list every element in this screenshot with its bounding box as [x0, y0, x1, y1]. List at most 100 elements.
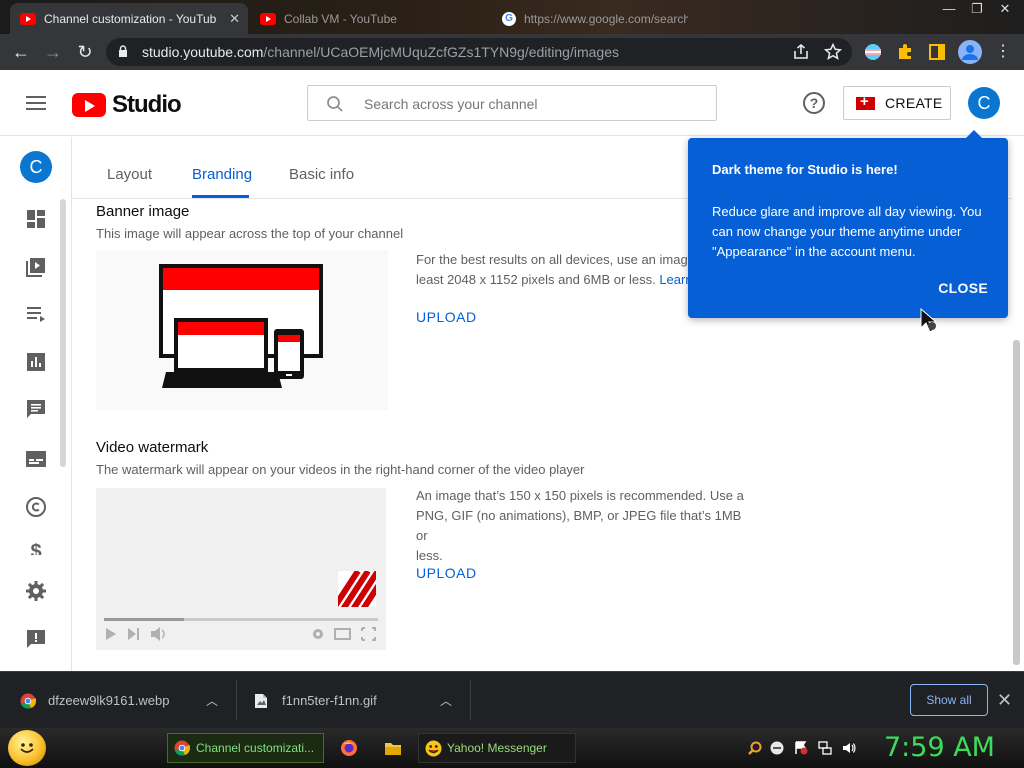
active-tab-indicator	[192, 195, 249, 198]
banner-info-text: least 2048 x 1152 pixels and 6MB or less…	[416, 272, 656, 287]
settings-gear-icon[interactable]	[24, 579, 48, 603]
chrome-file-icon	[20, 693, 36, 709]
logo-text: Studio	[112, 91, 182, 118]
analytics-icon[interactable]	[24, 350, 48, 374]
close-tab-icon[interactable]: ✕	[229, 11, 240, 27]
channel-avatar[interactable]: C	[20, 151, 52, 183]
download-item[interactable]: dfzeew9lk9161.webp	[20, 672, 169, 729]
download-filename: f1nn5ter-f1nn.gif	[282, 693, 377, 708]
youtube-studio-logo[interactable]: Studio	[72, 91, 182, 119]
search-input[interactable]: Search across your channel	[307, 85, 717, 121]
bookmark-star-icon[interactable]	[824, 43, 842, 61]
create-label: CREATE	[885, 95, 943, 111]
video-watermark-title: Video watermark	[96, 439, 209, 456]
tab-layout[interactable]: Layout	[107, 166, 152, 183]
back-arrow-icon[interactable]: ←	[10, 41, 32, 63]
close-icon[interactable]: ✕	[997, 690, 1012, 711]
lock-icon	[119, 45, 127, 57]
show-all-downloads-button[interactable]: Show all	[910, 684, 988, 716]
watermark-preview	[96, 488, 386, 650]
yahoo-messenger-icon	[425, 740, 442, 756]
banner-recommendation: For the best results on all devices, use…	[416, 250, 696, 290]
copyright-icon[interactable]	[24, 495, 48, 519]
tray-flag-alert-icon[interactable]	[794, 741, 808, 755]
popup-close-button[interactable]: CLOSE	[938, 280, 988, 296]
left-rail-scrollbar[interactable]	[60, 199, 66, 467]
dark-theme-announcement-popup: Dark theme for Studio is here! Reduce gl…	[688, 130, 1008, 318]
taskbar-clock[interactable]: 7:59 AM	[884, 732, 995, 763]
menu-hamburger-icon[interactable]	[26, 96, 46, 110]
browser-tab-collab-vm[interactable]: Collab VM - YouTube	[250, 3, 490, 34]
forward-arrow-icon[interactable]: →	[42, 41, 64, 63]
tray-volume-icon[interactable]	[842, 741, 856, 755]
downloads-bar: dfzeew9lk9161.webp ︿ f1nn5ter-f1nn.gif ︿…	[0, 671, 1024, 728]
youtube-icon	[20, 12, 36, 25]
minimize-icon[interactable]: —	[934, 0, 964, 20]
video-player-illustration	[104, 571, 378, 641]
close-window-icon[interactable]: ✕	[990, 0, 1020, 20]
tab-branding[interactable]: Branding	[192, 166, 252, 183]
download-filename: dfzeew9lk9161.webp	[48, 693, 170, 708]
watermark-upload-button[interactable]: UPLOAD	[416, 565, 477, 581]
chevron-up-icon[interactable]: ︿	[206, 692, 218, 709]
url-text: studio.youtube.com/channel/UCaOEMjcMUquZ…	[142, 44, 619, 60]
studio-header: Studio Search across your channel ? CREA…	[0, 70, 1024, 136]
tray-search-icon[interactable]	[748, 741, 762, 755]
youtube-icon	[260, 12, 276, 25]
url-path: /channel/UCaOEMjcMUquZcfGZs1TYN9g/editin…	[263, 44, 619, 60]
extensions-puzzle-icon[interactable]	[896, 43, 914, 61]
folder-icon[interactable]	[384, 739, 402, 757]
image-file-icon	[255, 693, 267, 708]
dashboard-icon[interactable]	[24, 207, 48, 231]
youtube-play-icon	[72, 93, 106, 117]
tab-title: Channel customization - YouTube	[44, 11, 216, 26]
comments-icon[interactable]	[24, 397, 48, 421]
browser-tab-channel-customization[interactable]: Channel customization - YouTube ✕	[10, 3, 248, 34]
mouse-cursor-icon	[920, 308, 938, 333]
download-item[interactable]: f1nn5ter-f1nn.gif	[254, 672, 377, 729]
main-scrollbar[interactable]	[1013, 340, 1020, 665]
send-feedback-icon[interactable]	[24, 627, 48, 651]
tray-messenger-icon[interactable]	[770, 741, 784, 755]
popup-body: Reduce glare and improve all day viewing…	[712, 204, 982, 259]
share-icon[interactable]	[792, 43, 810, 61]
taskbar-yahoo-messenger[interactable]: Yahoo! Messenger	[418, 733, 576, 763]
video-watermark-description: The watermark will appear on your videos…	[96, 462, 585, 477]
chevron-up-icon[interactable]: ︿	[440, 692, 452, 709]
content-icon[interactable]	[24, 255, 48, 279]
profile-avatar-icon[interactable]	[958, 40, 982, 64]
search-icon	[327, 96, 343, 112]
tray-network-icon[interactable]	[818, 741, 832, 755]
create-video-icon	[856, 93, 875, 110]
watermark-info-line: An image that’s 150 x 150 pixels is reco…	[416, 488, 744, 503]
address-bar[interactable]: studio.youtube.com/channel/UCaOEMjcMUquZ…	[106, 38, 852, 66]
account-avatar[interactable]: C	[968, 87, 1000, 119]
devices-illustration	[159, 264, 323, 388]
chrome-menu-icon[interactable]: ⋮	[992, 41, 1014, 63]
side-panel-icon[interactable]	[928, 43, 946, 61]
create-button[interactable]: CREATE	[843, 86, 951, 120]
browser-tab-strip: Channel customization - YouTube ✕ Collab…	[0, 0, 1024, 34]
profile-flag-icon[interactable]	[864, 43, 882, 61]
tab-basic-info[interactable]: Basic info	[289, 166, 354, 183]
banner-upload-button[interactable]: UPLOAD	[416, 309, 477, 325]
help-icon[interactable]: ?	[803, 92, 825, 114]
reload-icon[interactable]: ↻	[74, 41, 96, 63]
restore-icon[interactable]: ❐	[962, 0, 992, 20]
tab-title: Collab VM - YouTube	[284, 11, 397, 26]
start-button[interactable]	[8, 730, 46, 766]
divider	[236, 680, 237, 720]
popup-title: Dark theme for Studio is here!	[712, 162, 898, 177]
divider	[470, 680, 471, 720]
subtitles-icon[interactable]	[24, 447, 48, 471]
banner-image-description: This image will appear across the top of…	[96, 226, 404, 241]
taskbar-button-label: Channel customizati...	[196, 741, 315, 755]
taskbar-chrome-window[interactable]: Channel customizati...	[167, 733, 324, 763]
browser-tab-google-search[interactable]: G https://www.google.com/search	[492, 3, 692, 34]
firefox-icon[interactable]	[340, 739, 358, 757]
windows-taskbar: Channel customizati... Yahoo! Messenger …	[0, 728, 1024, 768]
monetization-dollar-icon[interactable]: $	[24, 541, 48, 555]
playlists-icon[interactable]	[24, 302, 48, 326]
watermark-recommendation: An image that’s 150 x 150 pixels is reco…	[416, 486, 756, 566]
left-navigation-rail: C $	[0, 137, 72, 671]
